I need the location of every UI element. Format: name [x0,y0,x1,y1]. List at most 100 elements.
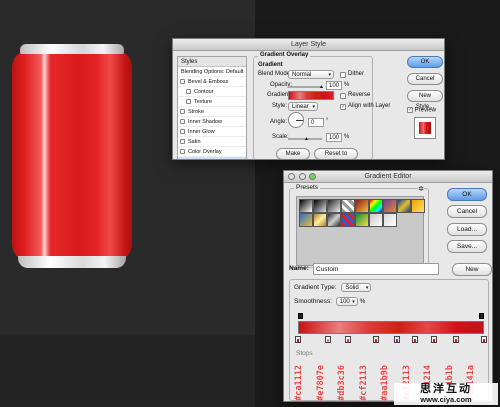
preset-swatch[interactable] [397,199,411,213]
preview-checkbox[interactable]: ✓ [407,107,413,113]
presets-menu-icon[interactable]: ✲ [418,185,424,193]
style-item-checkbox[interactable] [180,119,185,124]
angle-dial[interactable] [288,112,304,128]
ok-button[interactable]: OK [447,188,487,201]
style-item-label: Satin [188,139,201,145]
preset-swatch[interactable] [341,199,355,213]
style-item[interactable]: Texture [178,97,246,107]
style-item-checkbox[interactable] [186,89,191,94]
watermark-url: www.ciya.com [420,395,472,404]
color-stop[interactable] [373,336,380,343]
save-button[interactable]: Save... [447,240,487,253]
opacity-input[interactable]: 100 [326,81,342,90]
gradient-bar[interactable] [298,321,484,334]
color-stop[interactable] [393,336,400,343]
color-stop[interactable] [412,336,419,343]
style-item[interactable]: ✓Gradient Overlay [178,157,246,160]
layer-style-titlebar[interactable]: Layer Style [173,39,444,51]
style-item-checkbox[interactable] [180,79,185,84]
color-stop-fill [395,339,398,342]
smoothness-value: 100 [339,299,350,305]
preview-swatch [419,121,431,134]
scale-input[interactable]: 100 [326,133,342,142]
blend-mode-select[interactable]: Normal ▾ [288,70,334,79]
color-stop[interactable] [430,336,437,343]
opacity-stop-left[interactable] [298,313,303,319]
scale-slider[interactable]: ▲ [288,136,322,142]
ok-button[interactable]: OK [407,56,443,68]
gradient-overlay-group: Gradient Overlay Gradient Blend Mode: No… [253,52,390,159]
group-title: Gradient Overlay [258,52,311,58]
opacity-slider[interactable]: ▲ [288,84,324,90]
stop-hex-label: #e7807e [315,365,326,401]
dither-checkbox[interactable] [340,72,346,78]
new-gradient-button[interactable]: New [452,263,492,276]
preset-swatch[interactable] [355,213,369,227]
preset-swatch[interactable] [327,213,341,227]
styles-header[interactable]: Styles [178,57,246,67]
preset-swatch[interactable] [327,199,341,213]
gradient-type-value: Solid [345,285,359,291]
slider-handle-icon[interactable]: ▲ [319,84,324,90]
slider-handle-icon[interactable]: ▲ [304,136,309,142]
gradient-ramp [295,313,487,345]
style-item-checkbox[interactable] [180,139,185,144]
style-item-checkbox[interactable] [186,99,191,104]
cancel-button[interactable]: Cancel [447,205,487,218]
smoothness-label: Smoothness: [294,298,332,305]
style-item[interactable]: Contour [178,87,246,97]
style-item[interactable]: Satin [178,137,246,147]
preset-swatch[interactable] [369,213,383,227]
color-stop[interactable] [453,336,460,343]
scale-percent: % [344,134,350,140]
style-item-label: Texture [194,99,213,105]
cancel-button[interactable]: Cancel [407,73,443,85]
gradient-picker[interactable] [288,91,334,100]
presets-label: Presets [294,184,321,191]
style-item[interactable]: Inner Shadow [178,117,246,127]
style-item[interactable]: Blending Options: Default [178,67,246,77]
name-input[interactable]: Custom [313,263,439,275]
new-style-button[interactable]: New Style... [407,90,443,110]
reverse-checkbox[interactable] [340,93,346,99]
angle-input[interactable]: 0 [308,118,324,127]
preset-swatch[interactable] [411,199,425,213]
color-stop[interactable] [324,336,331,343]
preset-swatch[interactable] [299,199,313,213]
color-stop[interactable] [345,336,352,343]
style-item-checkbox[interactable] [180,109,185,114]
angle-degree: ° [326,118,329,124]
minimize-window-icon[interactable] [298,173,306,180]
gradient-type-select[interactable]: Solid ▾ [341,283,372,292]
style-item-checkbox[interactable]: ✓ [180,159,185,160]
style-item-checkbox[interactable] [180,149,185,154]
preset-swatch[interactable] [383,199,397,213]
preset-swatch[interactable] [313,199,327,213]
zoom-window-icon[interactable] [309,173,317,180]
style-item[interactable]: Stroke [178,107,246,117]
color-stop[interactable] [481,336,487,343]
reset-to-default-button[interactable]: Reset to Default [314,148,358,159]
preset-swatch[interactable] [299,213,313,227]
style-item[interactable]: Bevel & Emboss [178,77,246,87]
dither-label: Dither [348,71,365,77]
style-item[interactable]: Color Overlay [178,147,246,157]
make-default-button[interactable]: Make Default [276,148,310,159]
layer-style-actions: OK Cancel New Style... ✓ Preview [407,56,443,139]
close-window-icon[interactable] [288,173,295,180]
preset-swatch[interactable] [313,213,327,227]
can-base [18,256,126,268]
style-item-checkbox[interactable] [180,129,185,134]
preset-swatch[interactable] [369,199,383,213]
align-layer-checkbox[interactable]: ✓ [340,104,346,110]
style-select[interactable]: Linear ▾ [288,102,318,111]
stop-hex-label: #cf2113 [358,365,369,401]
preset-swatch[interactable] [355,199,369,213]
load-button[interactable]: Load... [447,223,487,236]
preset-swatch[interactable] [341,213,355,227]
opacity-stop-right[interactable] [479,313,484,319]
style-item[interactable]: Inner Glow [178,127,246,137]
color-stop[interactable] [295,336,301,343]
smoothness-select[interactable]: 100 ▾ [335,297,358,306]
preset-swatch[interactable] [383,213,397,227]
